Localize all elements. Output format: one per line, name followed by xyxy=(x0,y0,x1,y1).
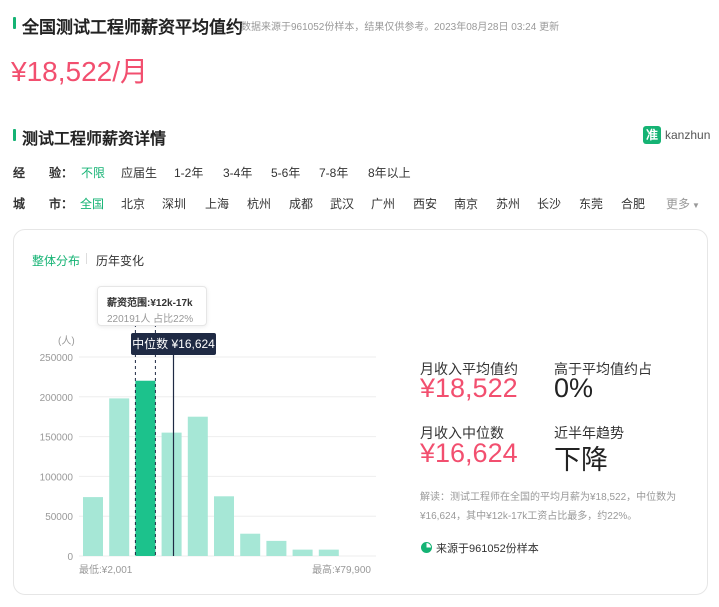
y-tick-label: 50000 xyxy=(45,512,73,523)
above-avg-value: 0% xyxy=(554,373,594,403)
sample-source: 来源于961052份样本 xyxy=(436,543,539,555)
pie-chart-icon xyxy=(421,542,432,553)
bar xyxy=(109,398,130,556)
bar xyxy=(292,549,313,556)
y-tick-label: 100000 xyxy=(40,472,74,483)
median-value: ¥16,624 xyxy=(420,438,518,468)
avg-value: ¥18,522 xyxy=(420,373,518,403)
bar xyxy=(266,540,287,556)
y-tick-label: 0 xyxy=(67,552,73,563)
highlight-bar xyxy=(135,380,156,556)
y-tick-label: 250000 xyxy=(40,353,74,364)
tooltip-subtitle: 220191人 占比22% xyxy=(107,314,194,325)
median-tag: 中位数 ¥16,624 xyxy=(131,333,216,355)
x-max-label: 最高:¥79,900 xyxy=(312,563,371,576)
y-tick-label: 150000 xyxy=(40,433,74,444)
bar xyxy=(318,549,339,556)
bar xyxy=(161,432,182,556)
bar xyxy=(214,496,234,556)
trend-value: 下降 xyxy=(554,445,608,475)
bar xyxy=(83,497,103,556)
chart-tooltip: 薪资范围:¥12k-17k 220191人 占比22% xyxy=(97,286,207,326)
x-min-label: 最低:¥2,001 xyxy=(79,563,133,576)
y-tick-label: 200000 xyxy=(40,393,74,404)
explanation-text: 解读：测试工程师在全国的平均月薪为¥18,522，中位数为¥16,624，其中¥… xyxy=(420,492,677,522)
y-axis-label: (人) xyxy=(58,335,75,347)
bar xyxy=(240,533,261,556)
bar xyxy=(187,416,208,556)
tooltip-title: 薪资范围:¥12k-17k xyxy=(107,298,193,309)
